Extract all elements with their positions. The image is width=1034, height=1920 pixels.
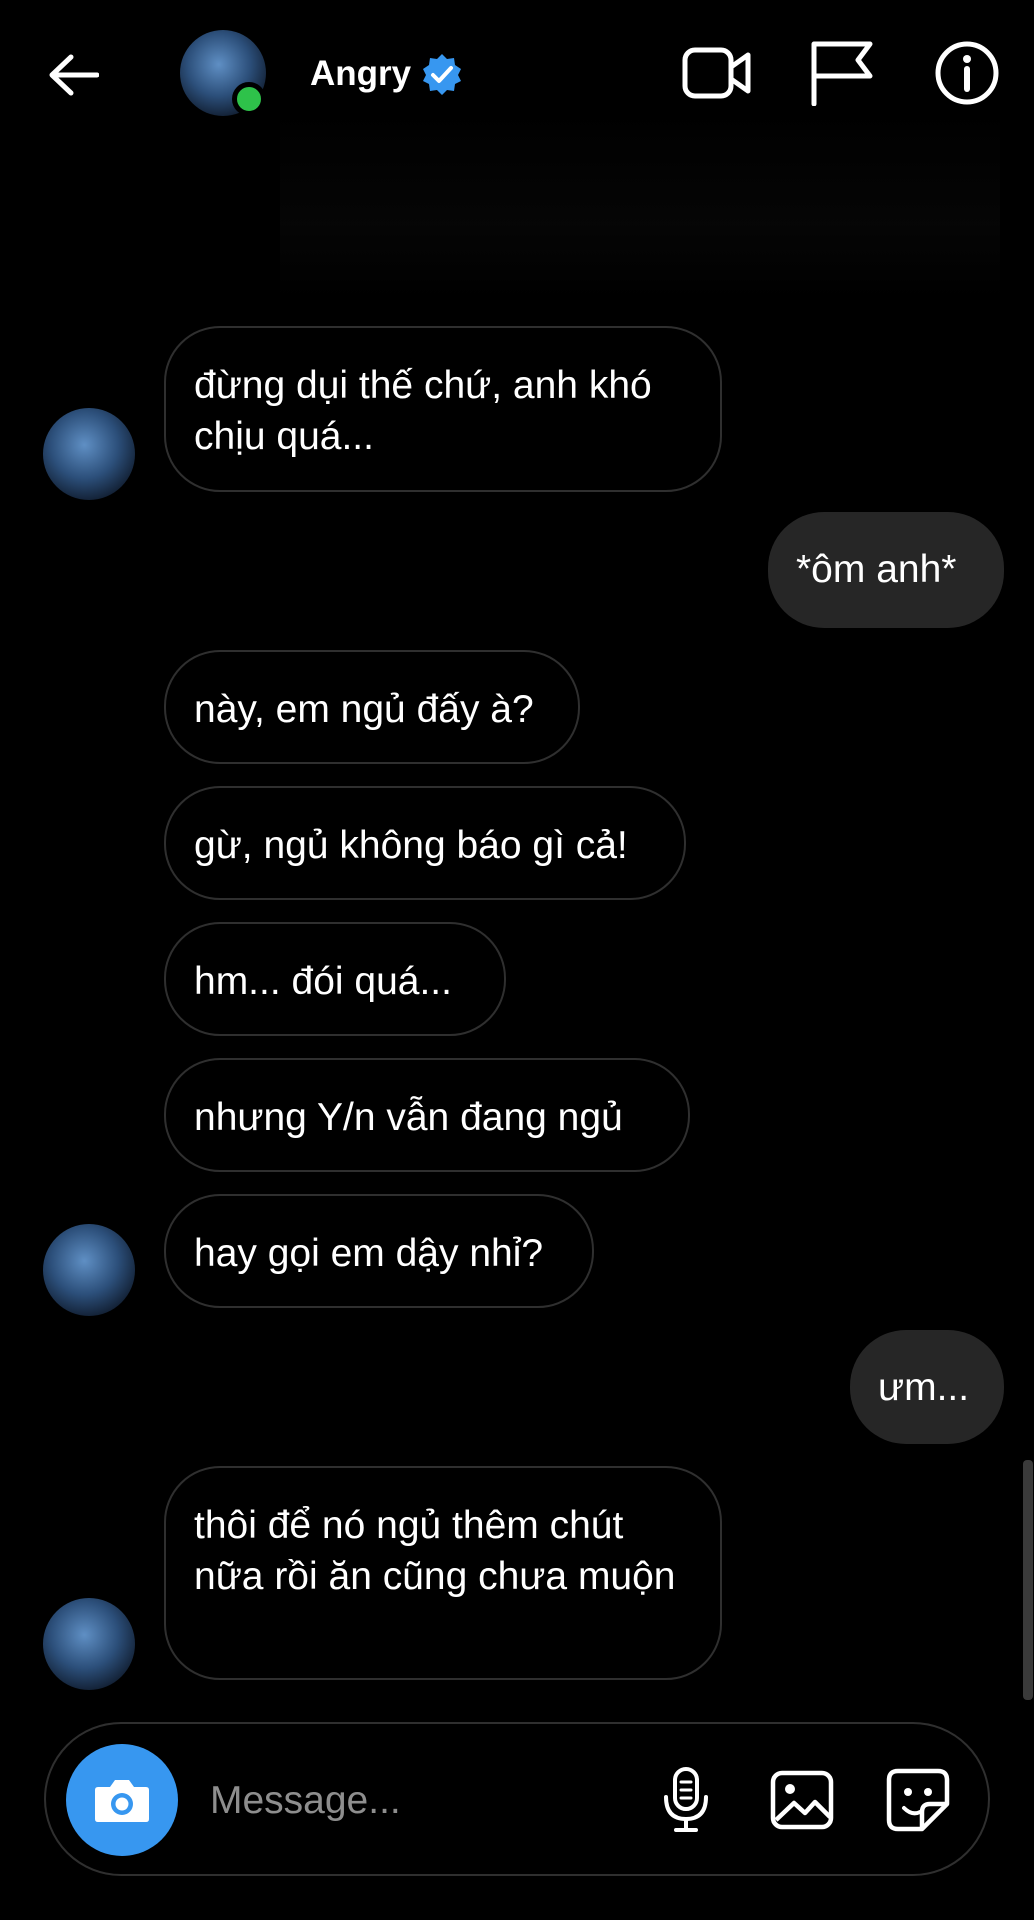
message-input[interactable]	[208, 1772, 632, 1830]
camera-button[interactable]	[66, 1744, 178, 1856]
camera-icon	[95, 1780, 149, 1822]
back-arrow-icon	[49, 54, 99, 96]
message-text: đừng dụi thế chứ, anh khó chịu quá...	[194, 364, 652, 458]
message-text: hm... đói quá...	[194, 960, 452, 1003]
incoming-message[interactable]: hay gọi em dậy nhỉ?	[164, 1194, 594, 1308]
voice-message-button[interactable]	[650, 1764, 722, 1836]
gallery-button[interactable]	[766, 1764, 838, 1836]
microphone-icon	[664, 1767, 708, 1832]
message-text: này, em ngủ đấy à?	[194, 688, 534, 731]
video-call-button[interactable]	[680, 36, 754, 110]
message-text: thôi để nó ngủ thêm chút nữa rồi ăn cũng…	[194, 1504, 676, 1598]
message-text: ưm...	[878, 1366, 970, 1409]
verified-badge-icon	[423, 54, 461, 95]
contact-name[interactable]: Angry	[310, 52, 411, 96]
flag-icon	[811, 41, 873, 106]
outgoing-message[interactable]: *ôm anh*	[768, 512, 1004, 628]
back-button[interactable]	[40, 42, 106, 108]
online-status-indicator	[232, 82, 266, 116]
message-text: gừ, ngủ không báo gì cả!	[194, 824, 628, 867]
sticker-button[interactable]	[882, 1764, 954, 1836]
contact-avatar-small[interactable]	[43, 1224, 135, 1316]
contact-avatar-small[interactable]	[43, 408, 135, 500]
message-text: hay gọi em dậy nhỉ?	[194, 1232, 544, 1275]
faded-previous-content	[280, 110, 1000, 300]
video-call-icon	[682, 47, 751, 99]
scrollbar[interactable]	[1023, 1460, 1033, 1700]
contact-avatar-small[interactable]	[43, 1598, 135, 1690]
incoming-message[interactable]: này, em ngủ đấy à?	[164, 650, 580, 764]
incoming-message[interactable]: hm... đói quá...	[164, 922, 506, 1036]
outgoing-message[interactable]: ưm...	[850, 1330, 1004, 1444]
incoming-message[interactable]: nhưng Y/n vẫn đang ngủ	[164, 1058, 690, 1172]
message-text: *ôm anh*	[796, 548, 957, 591]
incoming-message[interactable]: thôi để nó ngủ thêm chút nữa rồi ăn cũng…	[164, 1466, 722, 1680]
sticker-icon	[886, 1768, 950, 1832]
message-text: nhưng Y/n vẫn đang ngủ	[194, 1096, 623, 1139]
info-icon	[935, 41, 999, 105]
report-button[interactable]	[804, 36, 878, 110]
gallery-icon	[770, 1770, 834, 1830]
incoming-message[interactable]: đừng dụi thế chứ, anh khó chịu quá...	[164, 326, 722, 492]
info-button[interactable]	[930, 36, 1004, 110]
message-composer	[44, 1722, 990, 1876]
incoming-message[interactable]: gừ, ngủ không báo gì cả!	[164, 786, 686, 900]
